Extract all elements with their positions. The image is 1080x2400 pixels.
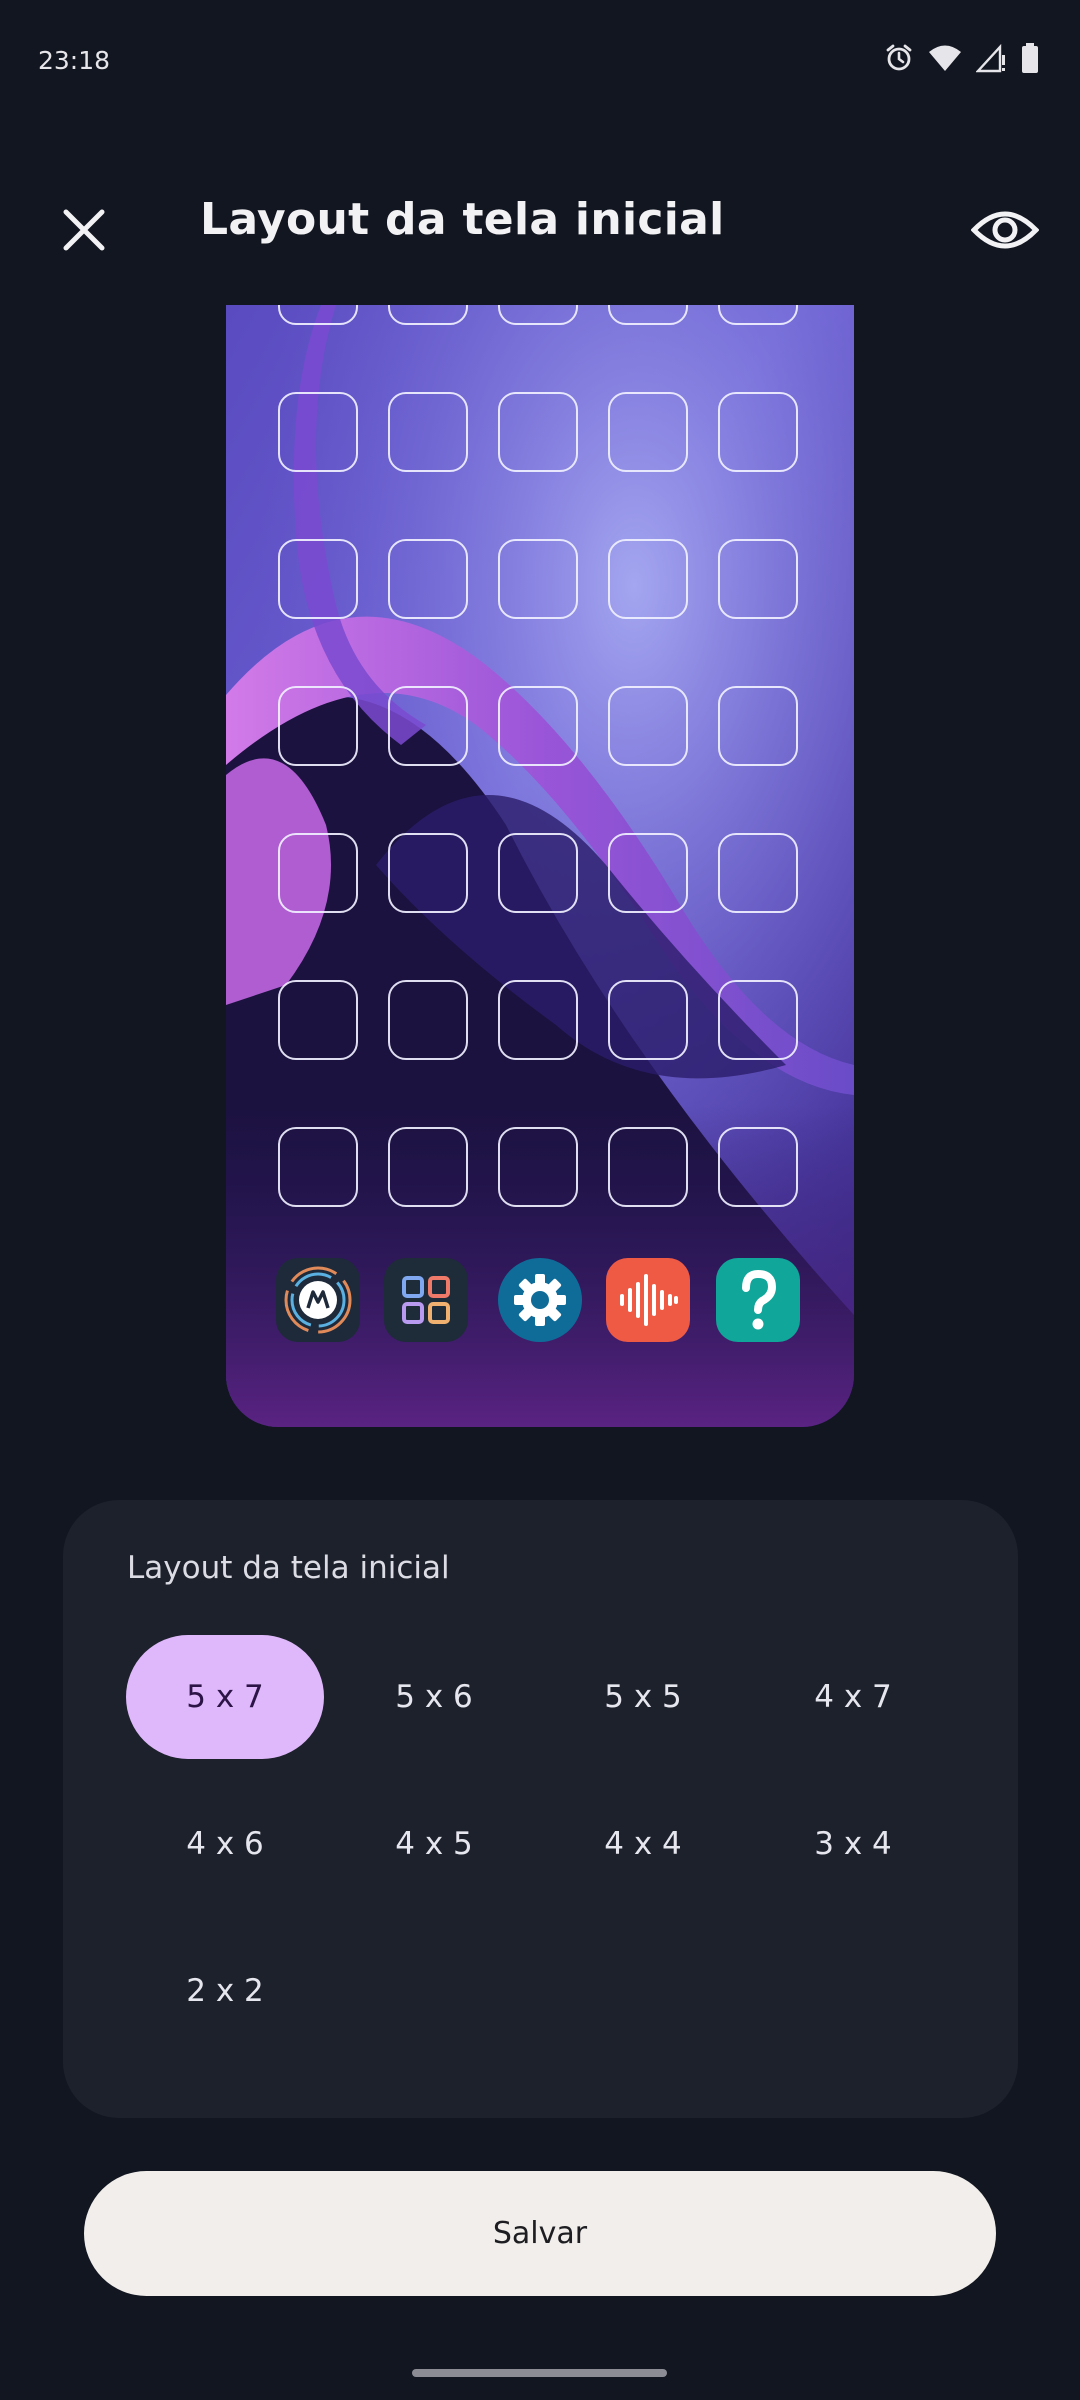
grid-cell — [278, 833, 358, 913]
grid-cell — [718, 980, 798, 1060]
grid-cell — [388, 833, 468, 913]
grid-cell — [278, 980, 358, 1060]
layout-option-5x5[interactable]: 5 x 5 — [544, 1635, 742, 1759]
grid-cell — [498, 539, 578, 619]
grid-cell — [498, 305, 578, 325]
wifi-icon — [929, 45, 961, 71]
grid-cell — [388, 539, 468, 619]
battery-icon — [1022, 43, 1038, 73]
grid-cell — [718, 539, 798, 619]
grid-cell — [498, 980, 578, 1060]
grid-cell — [608, 686, 688, 766]
grid-cell — [718, 686, 798, 766]
app-bar: Layout da tela inicial — [0, 170, 1080, 280]
save-button[interactable]: Salvar — [84, 2171, 996, 2296]
status-icons — [884, 42, 1040, 74]
layout-options-card: Layout da tela inicial 5 x 7 5 x 6 5 x 5… — [63, 1500, 1018, 2118]
grid-cell — [498, 392, 578, 472]
grid-cell — [278, 392, 358, 472]
grid-cell — [718, 1127, 798, 1207]
moto-app-icon — [276, 1258, 360, 1342]
status-bar: 23:18 — [0, 0, 1080, 120]
layout-option-5x7[interactable]: 5 x 7 — [126, 1635, 324, 1759]
grid-cell — [498, 833, 578, 913]
card-title: Layout da tela inicial — [127, 1550, 450, 1586]
grid-cell — [718, 305, 798, 325]
grid-cell — [608, 392, 688, 472]
alarm-icon — [886, 44, 912, 71]
voice-recorder-icon — [606, 1258, 690, 1342]
layout-option-4x4[interactable]: 4 x 4 — [544, 1782, 742, 1906]
grid-cell — [608, 1127, 688, 1207]
app-grid-icon — [384, 1258, 468, 1342]
grid-cell — [278, 539, 358, 619]
help-icon — [716, 1258, 800, 1342]
grid-cell — [388, 305, 468, 325]
layout-option-5x6[interactable]: 5 x 6 — [335, 1635, 533, 1759]
grid-cell — [608, 980, 688, 1060]
grid-cell — [498, 1127, 578, 1207]
grid-cell — [388, 392, 468, 472]
layout-option-3x4[interactable]: 3 x 4 — [754, 1782, 952, 1906]
grid-cell — [718, 392, 798, 472]
grid-cell — [278, 686, 358, 766]
home-screen-preview — [226, 305, 854, 1427]
grid-cell — [608, 305, 688, 325]
grid-cell — [718, 833, 798, 913]
layout-option-4x7[interactable]: 4 x 7 — [754, 1635, 952, 1759]
close-icon — [63, 209, 105, 251]
page-title: Layout da tela inicial — [200, 194, 725, 245]
eye-icon — [971, 211, 1039, 249]
grid-cell — [388, 980, 468, 1060]
grid-cell — [498, 686, 578, 766]
close-button[interactable] — [44, 190, 124, 270]
layout-option-4x5[interactable]: 4 x 5 — [335, 1782, 533, 1906]
grid-cell — [388, 1127, 468, 1207]
layout-option-4x6[interactable]: 4 x 6 — [126, 1782, 324, 1906]
navigation-handle[interactable] — [412, 2369, 667, 2377]
grid-cell — [278, 305, 358, 325]
grid-cell — [608, 539, 688, 619]
settings-icon — [498, 1258, 582, 1342]
signal-icon — [976, 43, 1005, 73]
grid-cell — [388, 686, 468, 766]
layout-option-2x2[interactable]: 2 x 2 — [126, 1929, 324, 2053]
grid-cell — [608, 833, 688, 913]
grid-cell — [278, 1127, 358, 1207]
preview-button[interactable] — [960, 190, 1050, 270]
status-time: 23:18 — [38, 46, 111, 75]
